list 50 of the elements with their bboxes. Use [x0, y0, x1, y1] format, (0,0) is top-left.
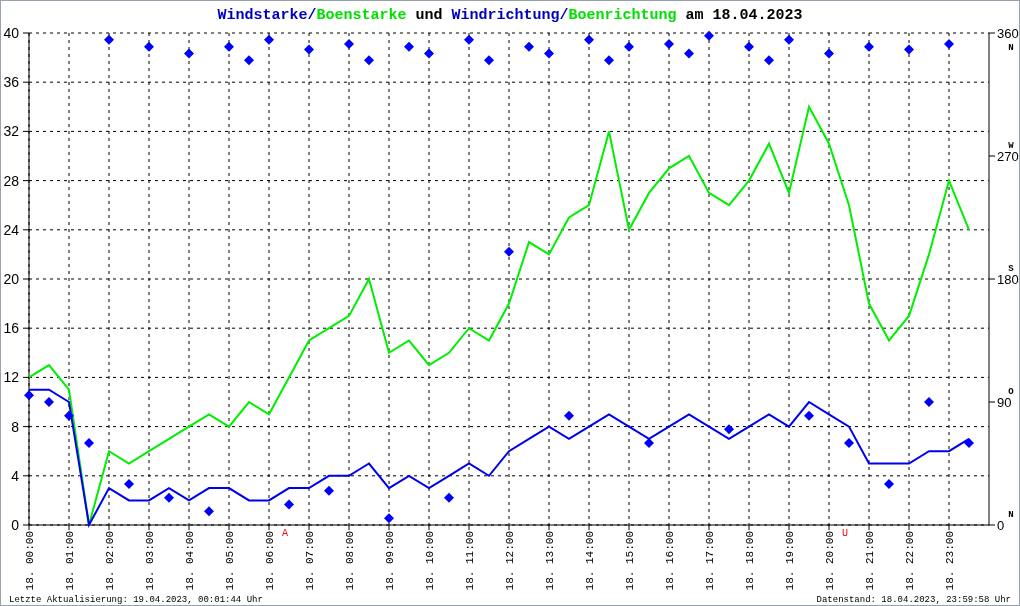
- y-tick-label: 24: [3, 221, 19, 238]
- y-tick-label: 20: [3, 271, 19, 287]
- x-tick-label: 18. 13:00: [544, 531, 556, 591]
- x-tick-label: 18. 10:00: [424, 531, 436, 591]
- x-tick-label: 18. 21:00: [864, 531, 876, 591]
- y-tick-label: 0: [11, 517, 19, 533]
- right-tick-label: 360: [997, 26, 1019, 41]
- x-tick-label: 18. 14:00: [584, 531, 596, 591]
- chart-title: Windstarke/Boenstarke und Windrichtung/Boenrichtung am 18.04.2023: [217, 7, 803, 25]
- right-tick-label: 0: [997, 518, 1005, 533]
- x-tick-label: 18. 17:00: [704, 531, 716, 591]
- y-tick-label: 40: [3, 25, 19, 41]
- x-tick-label: 18. 23:00: [944, 531, 956, 591]
- x-tick-label: 18. 15:00: [624, 531, 636, 591]
- compass-label: N: [1008, 510, 1014, 520]
- x-tick-label: 18. 18:00: [744, 531, 756, 591]
- x-tick-label: 18. 09:00: [384, 531, 396, 591]
- x-tick-label: 18. 16:00: [664, 531, 676, 591]
- sun-marker: A: [282, 528, 288, 539]
- x-tick-label: 18. 05:00: [224, 531, 236, 591]
- x-tick-label: 18. 20:00: [824, 531, 836, 591]
- y-tick-label: 4: [11, 467, 19, 484]
- x-tick-label: 18. 00:00: [24, 531, 36, 591]
- x-tick-label: 18. 02:00: [104, 531, 116, 591]
- compass-label: N: [1008, 43, 1014, 53]
- right-tick-label: 90: [997, 395, 1012, 410]
- x-tick-label: 18. 19:00: [784, 531, 796, 591]
- x-tick-label: 18. 08:00: [344, 531, 356, 591]
- x-tick-label: 18. 22:00: [904, 531, 916, 591]
- sun-marker: U: [842, 528, 848, 539]
- y-tick-label: 36: [3, 74, 19, 91]
- compass-label: W: [1008, 141, 1014, 151]
- x-tick-label: 18. 06:00: [264, 531, 276, 591]
- y-tick-label: 32: [3, 123, 19, 140]
- right-tick-label: 180: [997, 272, 1019, 287]
- y-tick-label: 16: [3, 320, 19, 337]
- x-tick-label: 18. 07:00: [304, 531, 316, 591]
- x-tick-label: 18. 03:00: [144, 531, 156, 591]
- x-tick-label: 18. 11:00: [464, 531, 476, 591]
- y-tick-label: 28: [3, 172, 19, 189]
- compass-label: O: [1008, 387, 1014, 397]
- y-tick-label: 12: [3, 369, 19, 386]
- x-tick-label: 18. 12:00: [504, 531, 516, 591]
- compass-label: S: [1008, 264, 1014, 274]
- data-timestamp-text: Datenstand: 18.04.2023, 23:59:58 Uhr: [816, 595, 1011, 605]
- last-update-text: Letzte Aktualisierung: 19.04.2023, 00:01:44 Uhr: [9, 595, 263, 605]
- y-tick-label: 8: [11, 418, 19, 435]
- x-tick-label: 18. 01:00: [64, 531, 76, 591]
- right-tick-label: 270: [997, 149, 1019, 164]
- x-tick-label: 18. 04:00: [184, 531, 196, 591]
